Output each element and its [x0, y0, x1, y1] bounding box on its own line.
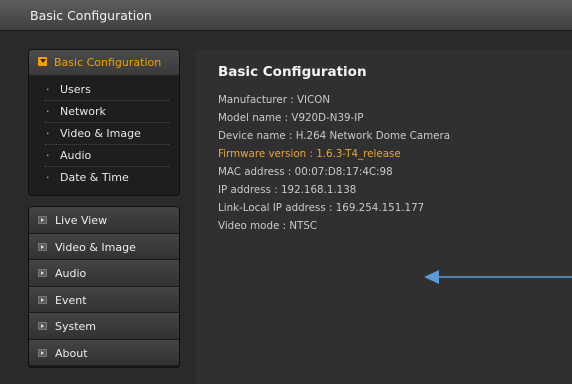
nav-system[interactable]: System: [29, 313, 179, 340]
nav-label: Video & Image: [55, 240, 136, 254]
main-content: Basic Configuration Manufacturer : VICON…: [196, 49, 572, 384]
sidebar-item-users[interactable]: · Users: [29, 79, 179, 101]
title-bar: Basic Configuration: [0, 0, 572, 31]
page-title: Basic Configuration: [218, 64, 367, 80]
annotation-arrow-icon: [424, 270, 572, 284]
nav-video-image[interactable]: Video & Image: [29, 233, 179, 260]
nav-label: System: [55, 320, 97, 333]
nav-label: Live View: [55, 214, 108, 227]
nav-about[interactable]: About: [29, 339, 179, 366]
expand-arrow-icon: [38, 216, 47, 224]
nav-label: Event: [55, 293, 87, 307]
sidebar-item-date-time[interactable]: · Date & Time: [29, 167, 179, 189]
info-manufacturer: Manufacturer : VICON: [218, 94, 331, 106]
sidebar-nav-panel: Live View Video & Image Audio Event Syst…: [28, 206, 180, 368]
nav-audio[interactable]: Audio: [29, 260, 179, 287]
sidebar-item-label: Network: [60, 105, 106, 118]
bullet-icon: ·: [46, 149, 50, 162]
sidebar-config-panel: Basic Configuration · Users · Network · …: [28, 49, 180, 196]
expand-arrow-icon: [38, 242, 47, 251]
window-title: Basic Configuration: [30, 8, 152, 23]
bullet-icon: ·: [46, 83, 50, 96]
nav-label: Audio: [55, 267, 87, 280]
info-ip-address: IP address : 192.168.1.138: [218, 184, 357, 196]
sidebar-item-label: Date & Time: [60, 171, 129, 184]
sidebar-section-basic-configuration[interactable]: Basic Configuration: [29, 50, 179, 76]
sidebar-item-network[interactable]: · Network: [29, 101, 179, 123]
sidebar-item-video-image[interactable]: · Video & Image: [29, 123, 179, 145]
bullet-icon: ·: [46, 127, 50, 140]
info-device-name: Device name : H.264 Network Dome Camera: [218, 130, 451, 142]
info-model-name: Model name : V920D-N39-IP: [218, 112, 364, 124]
nav-label: About: [55, 346, 88, 360]
checkbox-arrow-icon: [38, 57, 47, 66]
info-video-mode: Video mode : NTSC: [218, 220, 318, 232]
info-mac-address: MAC address : 00:07:D8:17:4C:98: [218, 166, 393, 178]
sidebar-item-label: Audio: [60, 149, 92, 162]
bullet-icon: ·: [46, 171, 50, 184]
sidebar-section-label: Basic Configuration: [54, 56, 162, 69]
info-link-local-ip: Link-Local IP address : 169.254.151.177: [218, 202, 425, 214]
nav-live-view[interactable]: Live View: [29, 207, 179, 234]
nav-event[interactable]: Event: [29, 286, 179, 313]
sidebar-item-label: Users: [60, 83, 91, 96]
expand-arrow-icon: [38, 348, 47, 357]
expand-arrow-icon: [38, 269, 47, 277]
sidebar-item-label: Video & Image: [60, 127, 141, 140]
expand-arrow-icon: [38, 295, 47, 304]
sidebar-item-audio[interactable]: · Audio: [29, 145, 179, 167]
info-firmware-version: Firmware version : 1.6.3-T4_release: [218, 148, 401, 160]
bullet-icon: ·: [46, 105, 50, 118]
expand-arrow-icon: [38, 322, 47, 330]
